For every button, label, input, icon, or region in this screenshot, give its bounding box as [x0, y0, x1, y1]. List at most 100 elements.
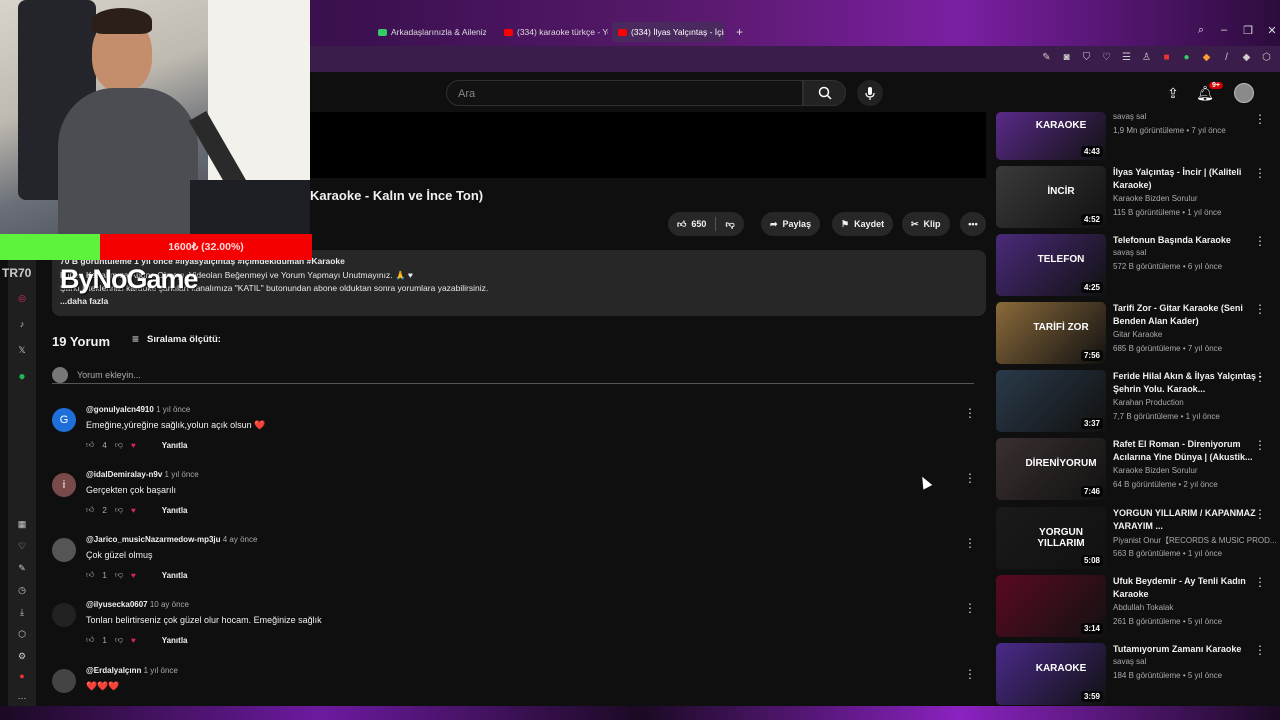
- recommended-video[interactable]: İNCİR 4:52 İlyas Yalçıntaş - İncir | (Kali…: [996, 166, 1280, 228]
- record-icon[interactable]: ●: [14, 668, 30, 684]
- video-menu-icon[interactable]: ⋮: [1254, 234, 1266, 248]
- apps-grid-icon[interactable]: ▦: [14, 516, 30, 532]
- comment-menu-icon[interactable]: ⋮: [964, 667, 976, 681]
- settings-icon[interactable]: ⚙: [14, 648, 30, 664]
- comment-menu-icon[interactable]: ⋮: [964, 601, 976, 615]
- commenter-avatar[interactable]: [52, 538, 76, 562]
- thumbs-down-icon[interactable]: 👎︎: [115, 570, 123, 580]
- extension-orange-icon[interactable]: ◆: [1201, 52, 1212, 63]
- reply-button[interactable]: Yanıtla: [162, 571, 188, 580]
- heart-icon[interactable]: ♡: [14, 538, 30, 554]
- show-more-link[interactable]: ...daha fazla: [60, 296, 108, 306]
- comment-author[interactable]: @gonulyalcn4910: [86, 405, 154, 414]
- download-icon[interactable]: ⤓: [14, 604, 30, 620]
- video-thumbnail[interactable]: DİRENİYORUM 7:46: [996, 438, 1106, 500]
- clip-button[interactable]: ✂ Klip: [902, 212, 950, 236]
- video-thumbnail[interactable]: 3:37: [996, 370, 1106, 432]
- comment-menu-icon[interactable]: ⋮: [964, 471, 976, 485]
- restore-icon[interactable]: ❐: [1238, 24, 1258, 37]
- commenter-avatar[interactable]: i: [52, 473, 76, 497]
- video-menu-icon[interactable]: ⋮: [1254, 112, 1266, 126]
- comment-time[interactable]: 1 yıl önce: [165, 470, 199, 479]
- browser-tab[interactable]: (334) İlyas Yalçıntaş - İçim: [612, 22, 724, 42]
- channel-name[interactable]: Karahan Production: [1113, 398, 1184, 407]
- edit-icon[interactable]: ✎: [14, 560, 30, 576]
- video-title[interactable]: İlyas Yalçıntaş - İncir | (Kaliteli Kara…: [1113, 166, 1263, 192]
- comment-time[interactable]: 4 ay önce: [223, 535, 258, 544]
- extension-green-icon[interactable]: ●: [1181, 52, 1192, 63]
- instagram-icon[interactable]: ◎: [14, 290, 30, 306]
- search-input[interactable]: Ara: [446, 80, 803, 106]
- video-menu-icon[interactable]: ⋮: [1254, 643, 1266, 657]
- recommended-video[interactable]: 3:14 Ufuk Beydemir - Ay Tenli Kadın Karao…: [996, 575, 1280, 637]
- pen-icon[interactable]: /: [1221, 52, 1232, 63]
- thumbs-up-icon[interactable]: 👍︎: [86, 570, 94, 580]
- video-title[interactable]: Tarifi Zor - Gitar Karaoke (Seni Benden …: [1113, 302, 1263, 328]
- sort-button[interactable]: ≡ Sıralama ölçütü:: [132, 332, 221, 346]
- history-icon[interactable]: ◷: [14, 582, 30, 598]
- profile-icon[interactable]: ♙: [1141, 52, 1152, 63]
- new-tab-button[interactable]: +: [730, 22, 748, 42]
- recommended-video[interactable]: TARİFİ ZOR 7:56 Tarifi Zor - Gitar Karaoke…: [996, 302, 1280, 364]
- video-menu-icon[interactable]: ⋮: [1254, 166, 1266, 180]
- list-icon[interactable]: ☰: [1121, 52, 1132, 63]
- comment-author[interactable]: @Erdalyalçınn: [86, 666, 141, 675]
- channel-name[interactable]: Gitar Karaoke: [1113, 330, 1162, 339]
- search-tabs-icon[interactable]: ⌕: [1191, 24, 1211, 37]
- box-icon[interactable]: ⬡: [14, 626, 30, 642]
- close-window-icon[interactable]: ✕: [1262, 24, 1280, 37]
- voice-search-button[interactable]: [857, 80, 883, 106]
- more-actions-button[interactable]: •••: [960, 212, 986, 236]
- reply-button[interactable]: Yanıtla: [162, 441, 188, 450]
- heart-icon[interactable]: ♡: [1101, 52, 1112, 63]
- tiktok-icon[interactable]: ♪: [14, 316, 30, 332]
- thumbs-down-icon[interactable]: 👎︎: [115, 440, 123, 450]
- video-thumbnail[interactable]: TARİFİ ZOR 7:56: [996, 302, 1106, 364]
- thumbs-up-icon[interactable]: 👍︎: [86, 635, 94, 645]
- video-title[interactable]: Tutamıyorum Zamanı Karaoke: [1113, 643, 1263, 656]
- camera-icon[interactable]: ◙: [1061, 52, 1072, 63]
- comment-menu-icon[interactable]: ⋮: [964, 406, 976, 420]
- extension-red-icon[interactable]: ■: [1161, 52, 1172, 63]
- x-twitter-icon[interactable]: 𝕏: [14, 342, 30, 358]
- video-menu-icon[interactable]: ⋮: [1254, 370, 1266, 384]
- video-menu-icon[interactable]: ⋮: [1254, 302, 1266, 316]
- channel-name[interactable]: savaş sal: [1113, 248, 1146, 257]
- comment-time[interactable]: 1 yıl önce: [156, 405, 190, 414]
- channel-name[interactable]: Karaoke Bizden Sorulur: [1113, 466, 1198, 475]
- video-thumbnail[interactable]: TELEFON 4:25: [996, 234, 1106, 296]
- browser-tab[interactable]: Arkadaşlarınızla & Ailenizl: [372, 22, 486, 42]
- commenter-avatar[interactable]: G: [52, 408, 76, 432]
- reply-button[interactable]: Yanıtla: [162, 636, 188, 645]
- comment-time[interactable]: 1 yıl önce: [144, 666, 178, 675]
- video-title[interactable]: Feride Hilal Akın & İlyas Yalçıntaş - Şe…: [1113, 370, 1263, 396]
- browser-tab[interactable]: (334) karaoke türkçe - You: [498, 22, 608, 42]
- recommended-video[interactable]: TELEFON 4:25 Telefonun Başında Karaoke sava…: [996, 234, 1280, 296]
- comment-menu-icon[interactable]: ⋮: [964, 536, 976, 550]
- add-comment-input[interactable]: Yorum ekleyin...: [52, 366, 974, 384]
- save-button[interactable]: ⚑ Kaydet: [832, 212, 894, 236]
- reply-button[interactable]: Yanıtla: [162, 506, 188, 515]
- channel-name[interactable]: Abdullah Tokalak: [1113, 603, 1173, 612]
- thumbs-up-icon[interactable]: 👍︎: [86, 505, 94, 515]
- recommended-video[interactable]: KARAOKE 4:43 savaş sal 1,9 Mn görüntüleme •…: [996, 98, 1280, 160]
- video-title[interactable]: Rafet El Roman - Direniyorum Acılarına Y…: [1113, 438, 1263, 464]
- video-title[interactable]: Telefonun Başında Karaoke: [1113, 234, 1263, 247]
- thumbs-down-icon[interactable]: 👎︎: [115, 505, 123, 515]
- diamond-icon[interactable]: ◆: [1241, 52, 1252, 63]
- video-thumbnail[interactable]: 3:14: [996, 575, 1106, 637]
- cube-icon[interactable]: ⬡: [1261, 52, 1272, 63]
- edit-icon[interactable]: ✎: [1041, 52, 1052, 63]
- comment-time[interactable]: 10 ay önce: [150, 600, 189, 609]
- spotify-icon[interactable]: ●: [14, 368, 30, 384]
- channel-name[interactable]: savaş sal: [1113, 657, 1146, 666]
- thumbs-up-icon[interactable]: 👍︎: [86, 440, 94, 450]
- channel-name[interactable]: savaş sal: [1113, 112, 1146, 121]
- video-thumbnail[interactable]: YORGUN YILLARIM 5:08: [996, 507, 1106, 569]
- channel-name[interactable]: Karaoke Bizden Sorulur: [1113, 194, 1198, 203]
- like-button[interactable]: 👍︎ 650 👎︎: [668, 212, 744, 236]
- video-menu-icon[interactable]: ⋮: [1254, 438, 1266, 452]
- comment-author[interactable]: @idalDemiralay-n9v: [86, 470, 162, 479]
- thumbs-down-icon[interactable]: 👎︎: [725, 219, 734, 230]
- commenter-avatar[interactable]: [52, 669, 76, 693]
